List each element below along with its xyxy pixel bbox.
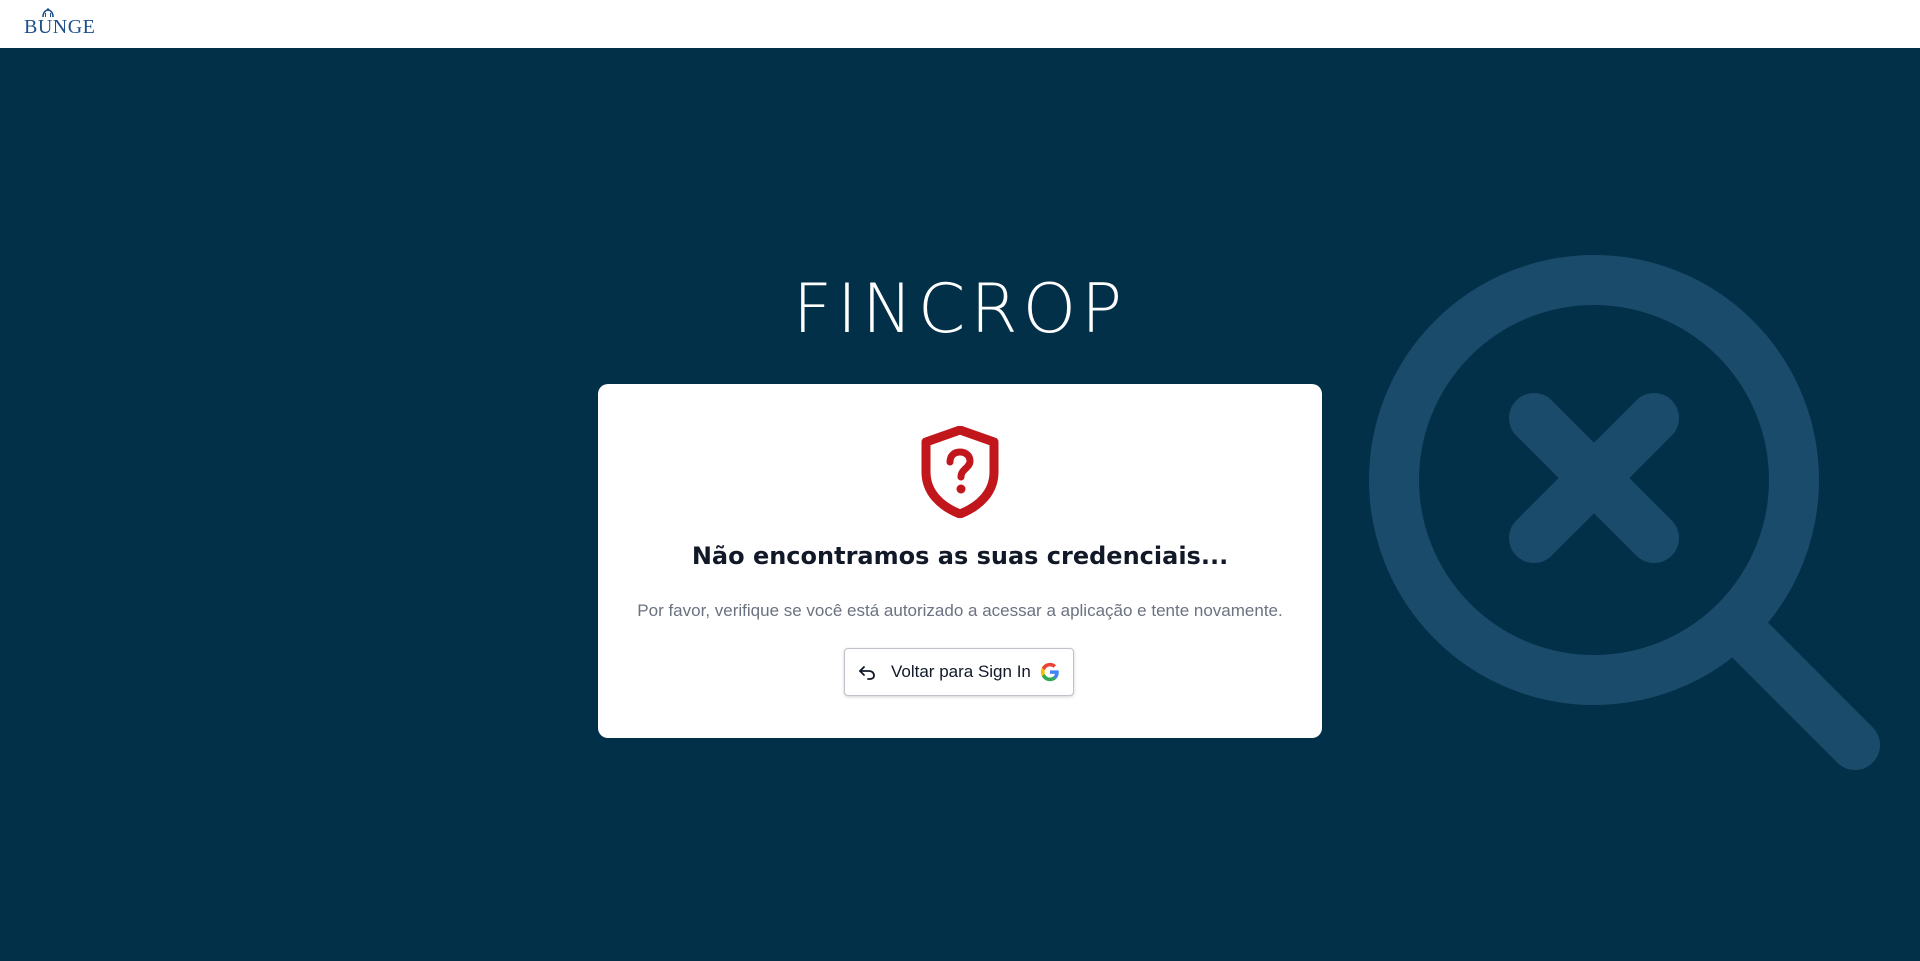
error-message: Por favor, verifique se você está autori… bbox=[637, 601, 1283, 620]
bunge-logo-mark bbox=[42, 8, 54, 18]
shield-question-icon bbox=[921, 426, 999, 518]
back-to-sign-in-button[interactable]: Voltar para Sign In bbox=[844, 648, 1074, 696]
app-title: FINCROP bbox=[792, 270, 1128, 349]
top-bar: BUNGE bbox=[0, 0, 1920, 48]
bunge-logo-text: BUNGE bbox=[24, 16, 96, 38]
google-icon bbox=[1040, 662, 1059, 682]
undo-arrow-icon bbox=[859, 666, 875, 680]
error-card: Não encontramos as suas credenciais... P… bbox=[598, 384, 1322, 738]
back-to-sign-in-label: Voltar para Sign In bbox=[891, 662, 1031, 681]
error-title: Não encontramos as suas credenciais... bbox=[691, 542, 1229, 570]
bunge-logo[interactable]: BUNGE bbox=[24, 8, 96, 38]
